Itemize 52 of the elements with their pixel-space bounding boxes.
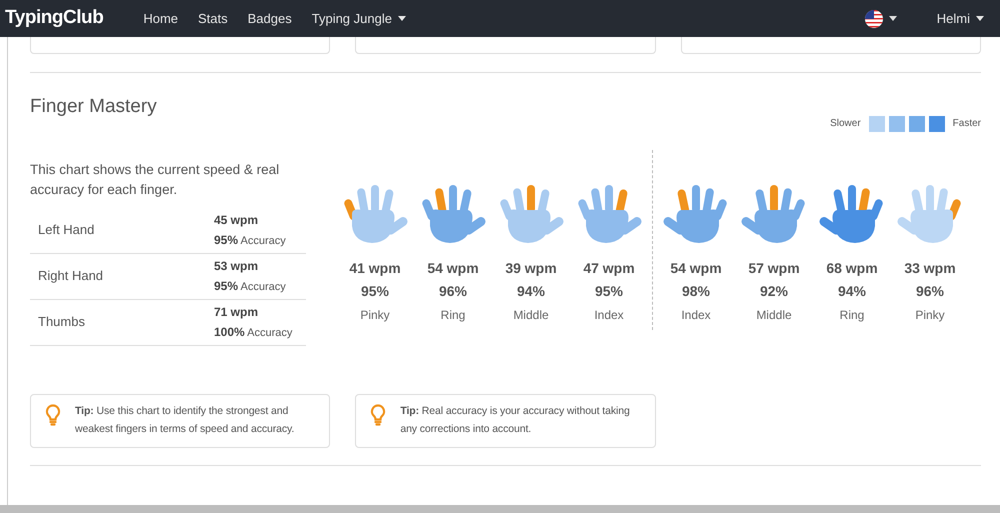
chart-description: This chart shows the current speed & real accuracy for each finger.	[30, 160, 280, 199]
hand-label: Thumbs	[37, 313, 86, 332]
hand-accuracy: 100% Accuracy	[214, 324, 292, 340]
finger-name: Ring	[840, 306, 864, 324]
nav-link[interactable]: Home	[133, 8, 188, 28]
finger-wpm: 57 wpm	[748, 258, 800, 278]
tip-text: Tip: Real accuracy is your accuracy without taking any corrections into account.	[400, 404, 631, 436]
finger-accuracy: 95%	[360, 282, 390, 300]
legend-label: Slower	[830, 117, 861, 131]
user-menu[interactable]: Helmi	[936, 8, 984, 28]
language-selector[interactable]	[864, 10, 897, 28]
finger-name: Middle	[513, 306, 549, 324]
finger-wpm: 41 wpm	[349, 258, 401, 278]
finger-wpm: 68 wpm	[826, 258, 878, 278]
legend-label: Faster	[952, 117, 981, 131]
finger-wpm: 39 wpm	[505, 258, 557, 278]
scrollbar[interactable]	[0, 505, 1000, 513]
finger-accuracy: 96%	[916, 282, 944, 300]
finger-name: Pinky	[360, 306, 390, 324]
flag-icon	[864, 10, 883, 28]
finger-wpm: 54 wpm	[670, 258, 722, 278]
lightbulb-icon	[370, 404, 386, 426]
tip-text: Tip: Use this chart to identify the strongest and weakest fingers in terms of speed and accuracy.	[75, 404, 296, 436]
caret-icon	[976, 16, 984, 21]
section-title: Finger Mastery	[30, 95, 157, 119]
hand-label: Left Hand	[37, 221, 96, 240]
finger-name: Index	[681, 306, 711, 324]
finger-accuracy: 96%	[438, 282, 468, 300]
finger-wpm: 54 wpm	[427, 258, 479, 278]
nav-link[interactable]: Badges	[238, 8, 302, 28]
finger-accuracy: 94%	[516, 282, 546, 300]
hand-accuracy: 95% Accuracy	[214, 232, 286, 248]
finger-wpm: 33 wpm	[904, 258, 956, 278]
lightbulb-icon	[45, 404, 61, 426]
caret-icon	[888, 16, 897, 21]
hand-accuracy: 95% Accuracy	[214, 278, 286, 294]
hand-wpm: 71 wpm	[214, 304, 260, 320]
hand-label: Right Hand	[37, 267, 104, 286]
finger-name: Middle	[756, 306, 792, 324]
hand-wpm: 53 wpm	[214, 258, 260, 274]
finger-name: Pinky	[915, 306, 945, 324]
finger-accuracy: 98%	[682, 282, 710, 300]
finger-name: Index	[594, 306, 624, 324]
nav-link[interactable]: Stats	[188, 8, 238, 28]
nav-link[interactable]: Typing Jungle	[302, 8, 416, 28]
finger-accuracy: 92%	[760, 282, 788, 300]
hand-wpm: 45 wpm	[214, 212, 260, 228]
finger-name: Ring	[440, 306, 466, 324]
finger-wpm: 47 wpm	[583, 258, 635, 278]
finger-accuracy: 94%	[838, 282, 866, 300]
brand-logo[interactable]: TypingClub	[0, 4, 134, 33]
finger-accuracy: 95%	[594, 282, 624, 300]
